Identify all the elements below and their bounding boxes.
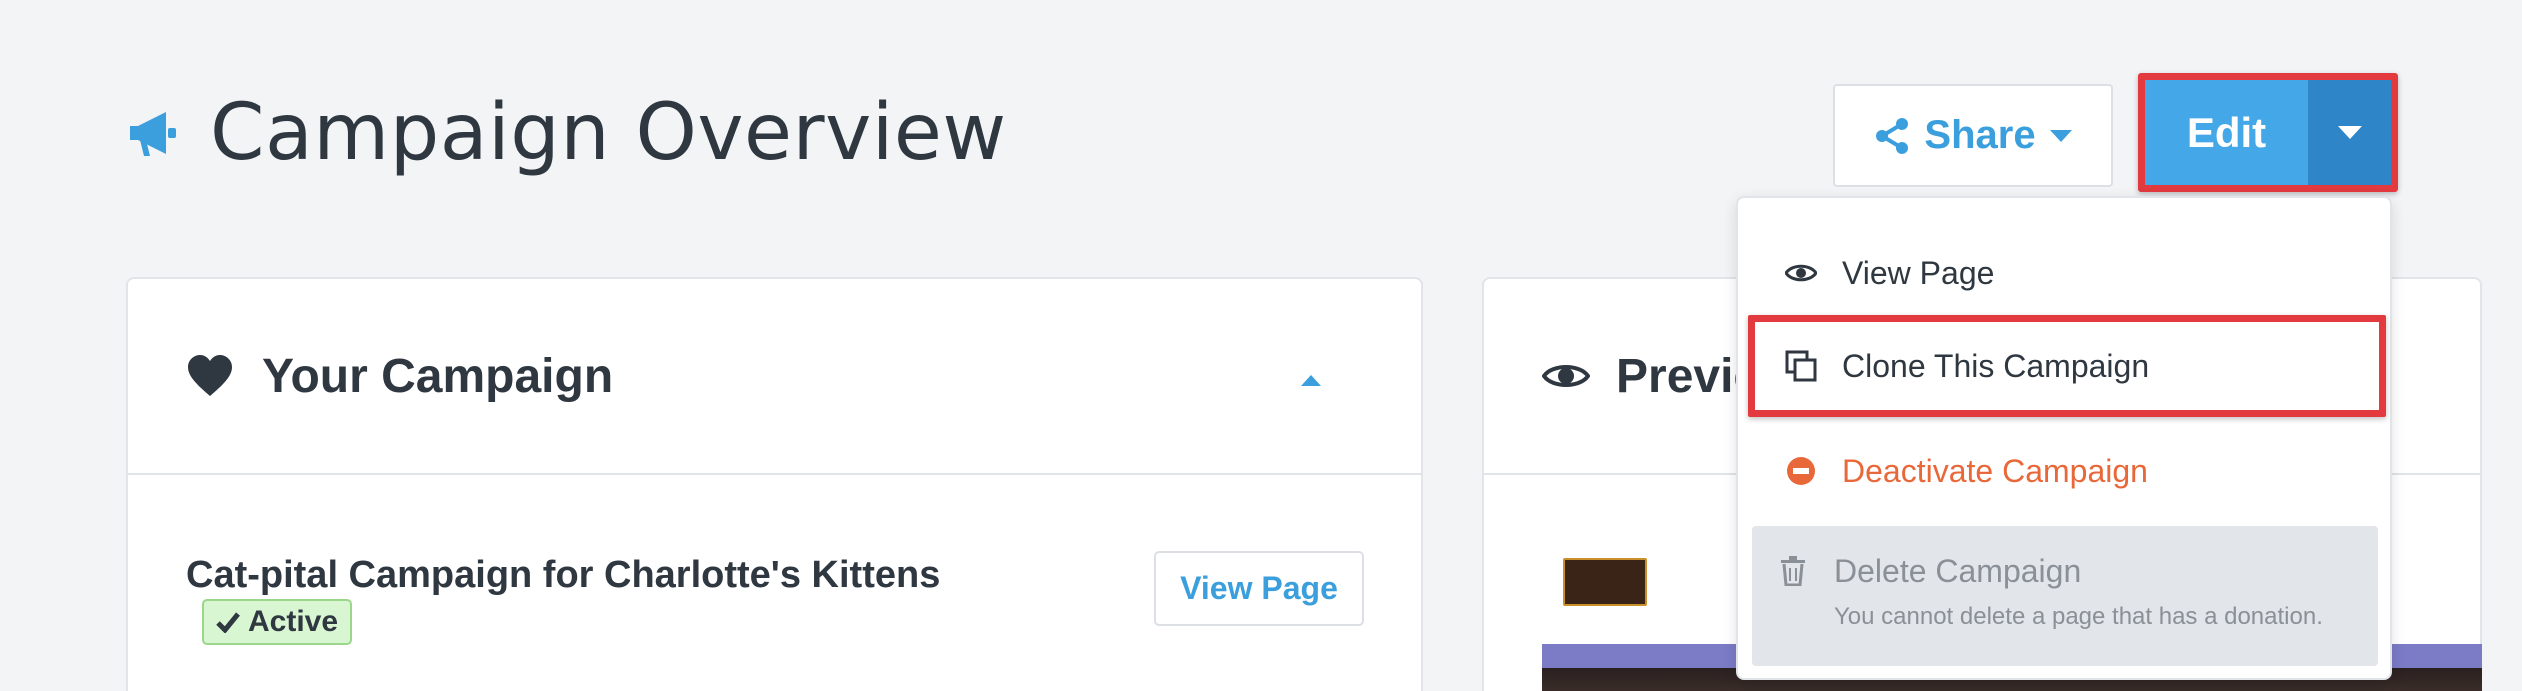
page-header: Campaign Overview	[126, 88, 1007, 178]
menu-item-label: Delete Campaign	[1834, 552, 2082, 589]
share-label: Share	[1924, 113, 2036, 157]
share-button[interactable]: Share	[1833, 84, 2113, 187]
megaphone-icon	[130, 112, 176, 156]
eye-icon	[1784, 256, 1818, 290]
panel-header: Your Campaign	[128, 279, 1421, 475]
clone-icon	[1784, 349, 1818, 383]
campaign-name: Cat-pital Campaign for Charlotte's Kitte…	[186, 554, 941, 596]
menu-item-clone-campaign[interactable]: Clone This Campaign	[1738, 331, 2390, 401]
chevron-down-icon	[2049, 129, 2072, 142]
eye-icon	[1542, 365, 1590, 387]
page-title: Campaign Overview	[210, 88, 1007, 178]
status-badge: Active	[202, 599, 353, 645]
minus-circle-icon	[1784, 454, 1818, 488]
preview-thumbnail	[1563, 558, 1647, 606]
menu-item-label: Deactivate Campaign	[1842, 452, 2148, 489]
menu-item-deactivate-campaign[interactable]: Deactivate Campaign	[1738, 436, 2390, 506]
menu-item-view-page[interactable]: View Page	[1738, 238, 2390, 308]
panel-title: Your Campaign	[262, 349, 614, 403]
view-page-button[interactable]: View Page	[1154, 551, 1364, 626]
menu-item-label: Clone This Campaign	[1842, 347, 2150, 384]
edit-dropdown-toggle[interactable]	[2308, 80, 2391, 185]
menu-item-label: View Page	[1842, 254, 1995, 291]
check-icon	[216, 612, 240, 633]
chevron-down-icon	[2337, 126, 2362, 139]
delete-disabled-note: You cannot delete a page that has a dona…	[1834, 603, 2323, 630]
edit-button[interactable]: Edit	[2145, 80, 2308, 185]
trash-icon	[1776, 554, 1810, 588]
heart-icon	[188, 355, 232, 396]
collapse-icon[interactable]	[1301, 375, 1321, 386]
share-icon	[1876, 117, 1909, 154]
edit-dropdown-menu: View Page Clone This Campaign Deactivate…	[1736, 196, 2392, 680]
status-label: Active	[248, 605, 339, 638]
your-campaign-panel: Your Campaign Cat-pital Campaign for Cha…	[126, 277, 1423, 691]
menu-item-delete-campaign: Delete Campaign	[1738, 543, 2390, 599]
